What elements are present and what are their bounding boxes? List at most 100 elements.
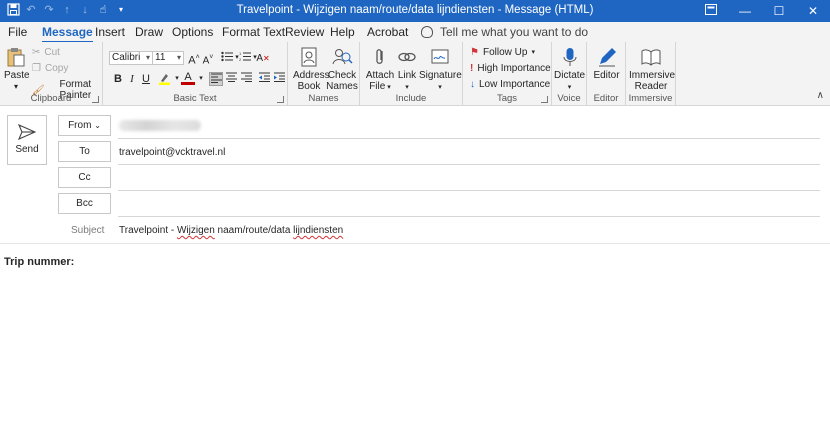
- tab-format-text[interactable]: Format Text: [222, 25, 285, 39]
- to-field[interactable]: travelpoint@vcktravel.nl: [119, 147, 225, 158]
- voice-group-label: Voice: [557, 93, 581, 104]
- font-size-select[interactable]: 11 ▾: [152, 51, 184, 65]
- align-left-icon[interactable]: [209, 72, 223, 86]
- check-names-label-1: Check: [327, 70, 357, 81]
- send-button[interactable]: Send: [7, 115, 47, 165]
- chevron-down-icon: ▾: [145, 53, 150, 62]
- subject-part-misspelled: lijndiensten: [293, 225, 344, 236]
- tags-group-label: Tags: [496, 93, 518, 104]
- signature-icon: [431, 49, 449, 64]
- send-icon: [17, 123, 37, 141]
- ribbon: Paste ▾ ✂ Cut ❐ Copy 🖌 Format Painter Clipbo…: [0, 42, 830, 106]
- highlight-icon[interactable]: [157, 72, 171, 86]
- subject-field[interactable]: Travelpoint - Wijzigen naam/route/data l…: [119, 225, 343, 236]
- increase-indent-icon[interactable]: [272, 72, 286, 86]
- follow-up-label: Follow Up: [482, 47, 528, 58]
- clipboard-launcher-icon[interactable]: [92, 96, 99, 103]
- clear-formatting-icon[interactable]: A✕: [256, 51, 270, 65]
- maximize-icon[interactable]: ☐: [762, 0, 796, 22]
- immersive-label-2: Reader: [634, 81, 668, 92]
- address-book-label-2: Book: [297, 81, 321, 92]
- align-right-icon[interactable]: [239, 72, 253, 86]
- to-divider: [118, 164, 820, 165]
- tell-me-label: Tell me what you want to do: [440, 25, 589, 39]
- align-center-icon[interactable]: [224, 72, 238, 86]
- bold-button[interactable]: B: [111, 72, 125, 86]
- collapse-ribbon-icon[interactable]: ∧: [817, 90, 824, 101]
- tab-message[interactable]: Message: [42, 25, 93, 43]
- group-immersive: Immersive Reader Immersive: [626, 42, 676, 106]
- cut-button[interactable]: ✂ Cut: [32, 47, 60, 58]
- grow-font-icon[interactable]: A˄: [187, 51, 201, 67]
- window-controls: — ☐ ✕: [694, 0, 830, 22]
- from-divider: [118, 138, 820, 139]
- dictate-button[interactable]: Dictate ▾: [554, 46, 585, 93]
- tab-file[interactable]: File: [8, 25, 27, 39]
- editor-button[interactable]: Editor: [590, 46, 623, 81]
- tab-options[interactable]: Options: [172, 25, 213, 39]
- tab-review[interactable]: Review: [285, 25, 324, 39]
- basic-text-group-label: Basic Text: [173, 93, 217, 104]
- high-importance-button[interactable]: ! High Importance: [470, 63, 551, 74]
- tab-insert[interactable]: Insert: [95, 25, 125, 39]
- font-name-select[interactable]: Calibri ▾: [109, 51, 153, 65]
- copy-icon: ❐: [32, 63, 41, 74]
- tab-acrobat[interactable]: Acrobat: [367, 25, 408, 39]
- from-label: From: [68, 120, 92, 131]
- editor-group-label: Editor: [593, 93, 619, 104]
- signature-button[interactable]: Signature ▾: [419, 46, 462, 93]
- attach-label-1: Attach: [365, 70, 395, 81]
- link-icon: [398, 52, 416, 62]
- group-basic-text: Calibri ▾ 11 ▾ A˄ A˅ ▾ 12 ▾ A✕ B I U ▾ A ▾: [103, 42, 288, 106]
- body-divider: [0, 243, 830, 244]
- low-importance-button[interactable]: ↓ Low Importance: [470, 79, 550, 90]
- font-color-icon[interactable]: A: [181, 72, 195, 86]
- bcc-button[interactable]: Bcc: [58, 193, 111, 214]
- minimize-icon[interactable]: —: [728, 0, 762, 22]
- editor-label: Editor: [593, 70, 620, 81]
- svg-text:2: 2: [239, 57, 242, 62]
- address-book-button[interactable]: Address Book: [293, 46, 330, 92]
- tell-me-search[interactable]: Tell me what you want to do: [421, 25, 588, 39]
- basic-text-launcher-icon[interactable]: [277, 96, 284, 103]
- follow-up-button[interactable]: ⚑ Follow Up ▾: [470, 47, 535, 58]
- title-bar: ↶ ↷ ↑ ↓ ☝ ▾ Travelpoint - Wijzigen naam/…: [0, 0, 830, 22]
- tags-launcher-icon[interactable]: [541, 96, 548, 103]
- link-button[interactable]: Link ▾: [396, 46, 418, 93]
- to-button[interactable]: To: [58, 141, 111, 162]
- ribbon-display-icon[interactable]: [694, 0, 728, 22]
- from-address-redacted: [119, 120, 201, 131]
- include-group-label: Include: [395, 93, 427, 104]
- chevron-down-icon[interactable]: ▾: [194, 72, 208, 86]
- italic-button[interactable]: I: [125, 72, 139, 86]
- attach-file-button[interactable]: Attach File ▾: [365, 46, 395, 93]
- lightbulb-icon: [421, 26, 433, 38]
- cc-button[interactable]: Cc: [58, 167, 111, 188]
- group-clipboard: Paste ▾ ✂ Cut ❐ Copy 🖌 Format Painter Clipbo…: [0, 42, 103, 106]
- immersive-reader-button[interactable]: Immersive Reader: [629, 46, 675, 92]
- decrease-indent-icon[interactable]: [257, 72, 271, 86]
- group-editor: Editor Editor: [587, 42, 626, 106]
- copy-button[interactable]: ❐ Copy: [32, 63, 68, 74]
- high-importance-label: High Importance: [477, 63, 551, 74]
- message-body[interactable]: Trip nummer:: [4, 256, 74, 268]
- paste-button[interactable]: Paste ▾: [4, 46, 30, 92]
- svg-text:1: 1: [239, 51, 242, 56]
- cc-field[interactable]: [119, 173, 819, 187]
- underline-button[interactable]: U: [139, 72, 153, 86]
- paperclip-icon: [376, 49, 383, 64]
- names-group-label: Names: [308, 93, 339, 104]
- tab-draw[interactable]: Draw: [135, 25, 163, 39]
- link-label: Link: [397, 70, 417, 81]
- scissors-icon: ✂: [32, 47, 41, 58]
- close-icon[interactable]: ✕: [796, 0, 830, 22]
- check-names-button[interactable]: Check Names: [326, 46, 358, 92]
- immersive-reader-icon: [641, 49, 661, 66]
- address-book-icon: [301, 47, 317, 67]
- shrink-font-icon[interactable]: A˅: [201, 51, 215, 66]
- from-button[interactable]: From ⌄: [58, 115, 111, 136]
- group-include: Attach File ▾ Link ▾ Signature ▾ Include: [360, 42, 463, 106]
- bcc-field[interactable]: [119, 199, 819, 213]
- cc-divider: [118, 190, 820, 191]
- tab-help[interactable]: Help: [330, 25, 355, 39]
